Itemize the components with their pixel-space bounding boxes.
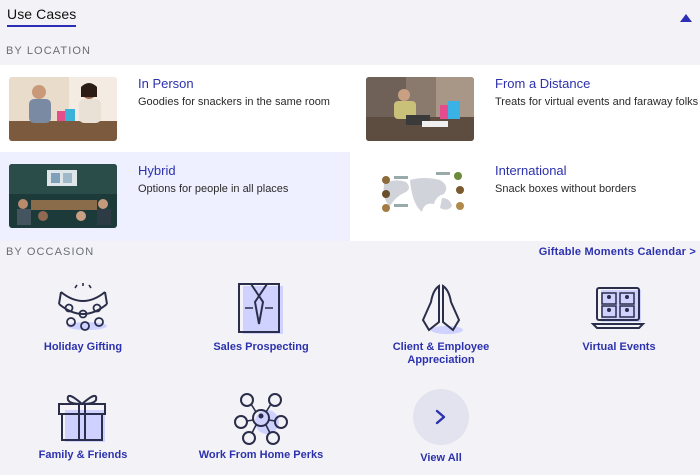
people-network-icon: [234, 393, 288, 445]
occasion-client-employee-appreciation[interactable]: Client & Employee Appreciation: [366, 282, 516, 367]
occasion-work-from-home-perks[interactable]: Work From Home Perks: [186, 390, 336, 462]
card-description: Snack boxes without borders: [495, 183, 637, 195]
use-cases-header: Use Cases: [0, 0, 700, 34]
hybrid-photo: [9, 164, 117, 228]
in-person-photo: [9, 77, 117, 141]
gift-box-icon: [58, 394, 106, 442]
occasion-sales-prospecting[interactable]: Sales Prospecting: [186, 282, 336, 354]
occasion-label: Sales Prospecting: [213, 341, 309, 353]
card-title: In Person: [138, 76, 194, 91]
card-description: Treats for virtual events and faraway fo…: [495, 96, 699, 108]
praying-hands-icon: [421, 284, 463, 334]
card-description: Options for people in all places: [138, 183, 289, 195]
occasion-virtual-events[interactable]: Virtual Events: [544, 282, 694, 354]
card-hybrid[interactable]: Hybrid Options for people in all places: [0, 152, 350, 241]
card-in-person[interactable]: In Person Goodies for snackers in the sa…: [0, 65, 340, 150]
card-from-a-distance[interactable]: From a Distance Treats for virtual event…: [357, 65, 699, 150]
use-cases-tab[interactable]: Use Cases: [7, 6, 77, 27]
occasion-label: View All: [420, 452, 462, 464]
view-all-circle[interactable]: [413, 389, 469, 445]
occasion-label: Work From Home Perks: [198, 449, 324, 461]
giftable-moments-calendar-link[interactable]: Giftable Moments Calendar >: [539, 246, 696, 258]
video-call-laptop-icon: [590, 287, 646, 329]
location-panel: In Person Goodies for snackers in the sa…: [0, 65, 700, 241]
card-international[interactable]: International Snack boxes without border…: [357, 152, 697, 237]
view-all-button[interactable]: View All: [366, 389, 516, 465]
card-title: From a Distance: [495, 76, 591, 91]
occasion-label: Holiday Gifting: [43, 341, 123, 353]
occasion-label: Virtual Events: [582, 341, 656, 353]
occasion-family-friends[interactable]: Family & Friends: [8, 390, 158, 462]
by-occasion-label: BY OCCASION: [6, 246, 95, 258]
occasion-holiday-gifting[interactable]: Holiday Gifting: [8, 282, 158, 354]
international-map-image: [366, 164, 474, 228]
from-a-distance-photo: [366, 77, 474, 141]
card-description: Goodies for snackers in the same room: [138, 96, 330, 108]
shirt-tie-icon: [238, 283, 283, 334]
occasion-label: Family & Friends: [38, 449, 128, 461]
collapse-up-icon[interactable]: [679, 13, 693, 23]
chevron-right-icon: [435, 409, 446, 425]
by-location-label: BY LOCATION: [6, 45, 92, 57]
string-lights-icon: [58, 283, 108, 331]
occasion-label: Client & Employee Appreciation: [392, 341, 490, 366]
card-title: Hybrid: [138, 163, 176, 178]
card-title: International: [495, 163, 567, 178]
